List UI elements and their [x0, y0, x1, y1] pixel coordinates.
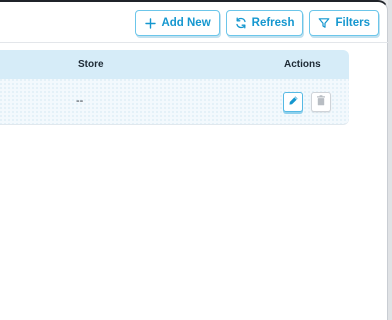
- data-table: Store Actions --: [0, 50, 349, 125]
- plus-icon: [144, 17, 156, 29]
- delete-button[interactable]: [311, 92, 331, 112]
- table-header: Store Actions: [0, 50, 349, 79]
- table-row: --: [0, 79, 349, 125]
- store-cell: --: [76, 95, 84, 107]
- pencil-icon: [288, 93, 299, 111]
- refresh-button[interactable]: Refresh: [225, 10, 304, 36]
- column-header-store: Store: [78, 59, 104, 70]
- add-new-label: Add New: [161, 17, 211, 29]
- filter-icon: [318, 17, 330, 29]
- refresh-icon: [235, 17, 247, 29]
- trash-icon: [316, 93, 326, 111]
- filters-button[interactable]: Filters: [309, 10, 379, 36]
- toolbar: Add New Refresh Filters: [135, 10, 379, 36]
- window-edge: [388, 0, 392, 320]
- column-header-actions: Actions: [284, 59, 321, 70]
- add-new-button[interactable]: Add New: [135, 10, 220, 36]
- filters-label: Filters: [335, 17, 370, 29]
- refresh-label: Refresh: [251, 17, 295, 29]
- edit-button[interactable]: [283, 92, 303, 112]
- content-panel: Add New Refresh Filters Store Actions --: [0, 0, 388, 320]
- toolbar-divider: [0, 42, 388, 43]
